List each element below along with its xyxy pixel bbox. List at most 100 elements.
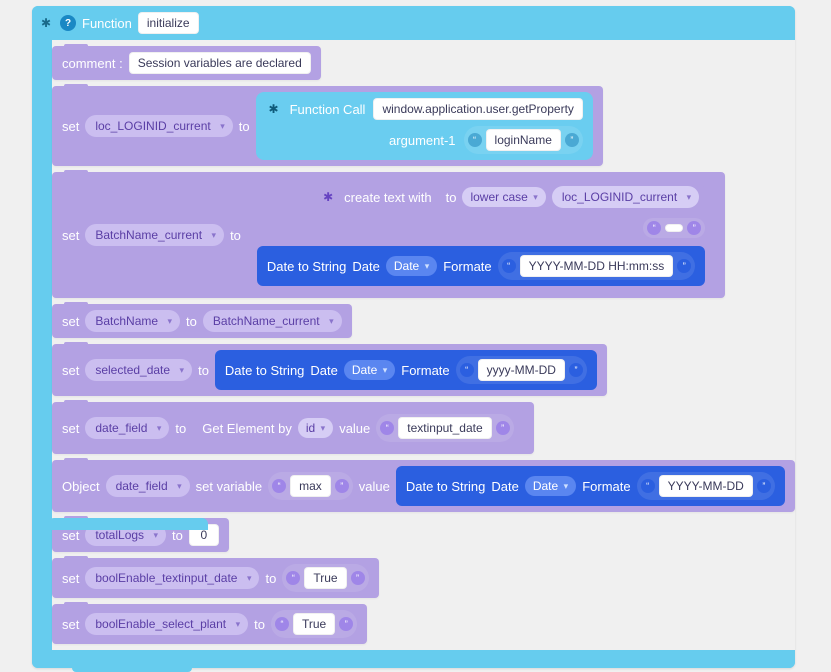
comment-label: comment : [62, 56, 123, 71]
to-label: to [230, 228, 241, 243]
function-call-label: Function Call [290, 102, 366, 117]
var-dropdown-batchname-current[interactable]: BatchName_current [203, 310, 342, 332]
case-dropdown[interactable]: lower case [462, 187, 545, 207]
help-icon[interactable]: ? [60, 15, 76, 31]
dts-label: Date to String [406, 479, 486, 494]
quote-icon: ” [335, 479, 349, 493]
var-dropdown-date-field[interactable]: date_field [85, 417, 169, 439]
to-label: to [254, 617, 265, 632]
quote-icon: ” [496, 421, 510, 435]
function-name-input[interactable]: initialize [138, 12, 199, 34]
set-batchname-block[interactable]: set BatchName to BatchName_current [52, 304, 352, 338]
quote-icon: “ [468, 133, 482, 147]
create-text-with-block[interactable]: ✱ create text with to lower case loc_LOG… [247, 178, 715, 292]
get-element-block[interactable]: Get Element by id value “ textinput_date… [192, 408, 523, 448]
format-label: Formate [582, 479, 630, 494]
object-label: Object [62, 479, 100, 494]
format-value-input[interactable]: YYYY-MM-DD [659, 475, 753, 497]
set-selected-date-block[interactable]: set selected_date to Date to String Date… [52, 344, 607, 396]
set-date-field-block[interactable]: set date_field to Get Element by id valu… [52, 402, 534, 454]
date-label: Date [491, 479, 518, 494]
format-label: Formate [443, 259, 491, 274]
set-label: set [62, 119, 79, 134]
gear-icon[interactable]: ✱ [320, 189, 336, 205]
var-dropdown-bool-plant[interactable]: boolEnable_select_plant [85, 613, 248, 635]
string-literal[interactable]: “ YYYY-MM-DD HH:mm:ss ” [498, 252, 696, 280]
function-call-block[interactable]: ✱ Function Call window.application.user.… [256, 92, 593, 160]
to-label: to [175, 421, 186, 436]
comment-block[interactable]: comment : Session variables are declared [52, 46, 321, 80]
quote-icon: ” [565, 133, 579, 147]
next-block-stub [48, 518, 208, 530]
format-value-input[interactable]: YYYY-MM-DD HH:mm:ss [520, 255, 674, 277]
attr-input[interactable]: max [290, 475, 331, 497]
string-literal-empty[interactable]: “ ” [643, 218, 705, 238]
block-canvas: ✱ ? Function initialize comment : Sessio… [0, 0, 831, 534]
quote-icon: ” [757, 479, 771, 493]
quote-icon: ” [351, 571, 365, 585]
format-value-input[interactable]: yyyy-MM-DD [478, 359, 565, 381]
var-dropdown-selected-date[interactable]: selected_date [85, 359, 192, 381]
quote-icon: ” [569, 363, 583, 377]
by-dropdown[interactable]: id [298, 418, 333, 438]
function-footer [32, 650, 795, 668]
quote-icon: ” [677, 259, 691, 273]
var-dropdown-loginid[interactable]: loc_LOGINID_current [552, 186, 699, 208]
function-header[interactable]: ✱ ? Function initialize [32, 6, 795, 40]
var-dropdown-bool-date[interactable]: boolEnable_textinput_date [85, 567, 259, 589]
set-label: set [62, 571, 79, 586]
date-dropdown[interactable]: Date [386, 256, 437, 276]
date-to-string-block[interactable]: Date to String Date Date Formate “ yyyy-… [215, 350, 597, 390]
argument-value-input[interactable]: loginName [486, 129, 561, 151]
string-literal[interactable]: “ True ” [271, 610, 357, 638]
string-literal[interactable]: “ max ” [268, 472, 353, 500]
object-setvar-block[interactable]: Object date_field set variable “ max ” v… [52, 460, 795, 512]
set-bool-date-block[interactable]: set boolEnable_textinput_date to “ True … [52, 558, 379, 598]
var-dropdown-batchname[interactable]: BatchName [85, 310, 180, 332]
set-label: set [62, 421, 79, 436]
string-literal[interactable]: “ textinput_date ” [376, 414, 513, 442]
function-body: comment : Session variables are declared… [40, 40, 795, 650]
function-name-input[interactable]: window.application.user.getProperty [373, 98, 582, 120]
create-text-label: create text with [344, 190, 431, 205]
to-lowercase-block[interactable]: to lower case loc_LOGINID_current [440, 184, 706, 210]
getel-label: Get Element by [202, 421, 292, 436]
elementid-input[interactable]: textinput_date [398, 417, 491, 439]
empty-string-input[interactable] [665, 224, 683, 232]
to-label: to [265, 571, 276, 586]
date-dropdown[interactable]: Date [525, 476, 576, 496]
date-to-string-block[interactable]: Date to String Date Date Formate “ YYYY-… [257, 246, 705, 286]
set-loginid-block[interactable]: set loc_LOGINID_current to ✱ Function Ca… [52, 86, 603, 166]
quote-icon: “ [647, 221, 661, 235]
set-label: set [62, 617, 79, 632]
string-literal[interactable]: “ loginName ” [464, 126, 583, 154]
gear-icon[interactable]: ✱ [38, 15, 54, 31]
quote-icon: “ [272, 479, 286, 493]
dts-label: Date to String [225, 363, 305, 378]
var-dropdown-batchname-current[interactable]: BatchName_current [85, 224, 224, 246]
gear-icon[interactable]: ✱ [266, 101, 282, 117]
set-label: set [62, 314, 79, 329]
string-literal[interactable]: “ yyyy-MM-DD ” [456, 356, 587, 384]
comment-text-input[interactable]: Session variables are declared [129, 52, 311, 74]
date-label: Date [352, 259, 379, 274]
quote-icon: “ [275, 617, 289, 631]
value-label: value [339, 421, 370, 436]
set-batchname-current-block[interactable]: set BatchName_current to ✱ create text w… [52, 172, 725, 298]
date-dropdown[interactable]: Date [344, 360, 395, 380]
function-definition-block[interactable]: ✱ ? Function initialize comment : Sessio… [32, 6, 795, 668]
set-bool-plant-block[interactable]: set boolEnable_select_plant to “ True ” [52, 604, 367, 644]
bool-value-input[interactable]: True [293, 613, 335, 635]
var-dropdown-loginid[interactable]: loc_LOGINID_current [85, 115, 232, 137]
date-label: Date [310, 363, 337, 378]
dts-label: Date to String [267, 259, 347, 274]
set-label: set [62, 228, 79, 243]
string-literal[interactable]: “ True ” [282, 564, 368, 592]
to-label: to [239, 119, 250, 134]
string-literal[interactable]: “ YYYY-MM-DD ” [637, 472, 775, 500]
bool-value-input[interactable]: True [304, 567, 346, 589]
date-to-string-block[interactable]: Date to String Date Date Formate “ YYYY-… [396, 466, 785, 506]
var-dropdown-date-field[interactable]: date_field [106, 475, 190, 497]
to-label: to [446, 190, 457, 205]
value-label: value [359, 479, 390, 494]
